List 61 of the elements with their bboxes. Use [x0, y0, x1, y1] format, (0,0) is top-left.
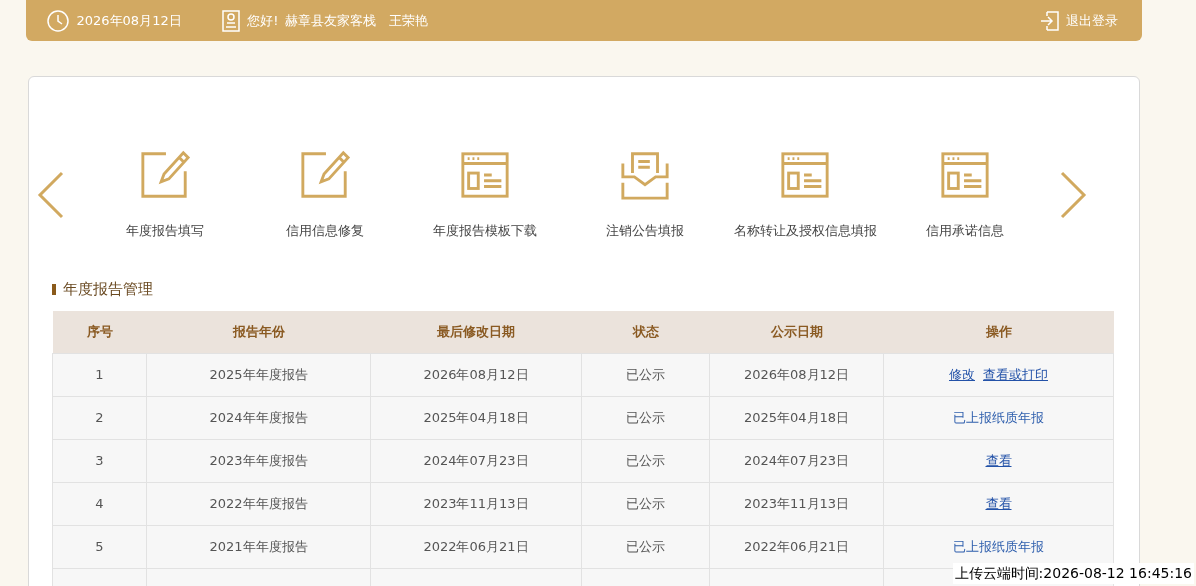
- web-page-icon[interactable]: [779, 149, 831, 201]
- table-cell: 已公示: [581, 525, 710, 569]
- action-link[interactable]: 查看: [985, 496, 1012, 512]
- action-link[interactable]: 查看: [985, 453, 1012, 469]
- shortcut-link[interactable]: 年度报告模板下载: [433, 220, 537, 240]
- pencil-edit-icon[interactable]: [299, 149, 351, 201]
- next-arrow[interactable]: [1058, 169, 1088, 220]
- table-cell: 2022年06月21日: [709, 525, 884, 569]
- table-cell: 2: [52, 396, 147, 440]
- shortcut-link[interactable]: 信用承诺信息: [926, 220, 1004, 240]
- table-cell: 3: [52, 439, 147, 483]
- section-title: 年度报告管理: [62, 279, 153, 300]
- table-cell: 已公示: [581, 396, 710, 440]
- inbox-icon[interactable]: [619, 149, 671, 201]
- table-cell: 2022年年度报告: [146, 482, 371, 526]
- column-header: 最后修改日期: [370, 310, 582, 354]
- table-cell: 2025年04月18日: [370, 396, 582, 440]
- table-cell: 2023年11月13日: [709, 482, 884, 526]
- action-status: 已上报纸质年报: [953, 539, 1044, 555]
- column-header: 操作: [883, 310, 1114, 354]
- header-date: 2026年08月12日: [76, 11, 182, 30]
- greeting-text: 您好!: [247, 11, 279, 30]
- shortcut-link[interactable]: 注销公告填报: [606, 220, 684, 240]
- table-cell: 2021年年度报告: [146, 525, 371, 569]
- table-cell: 2026年08月12日: [709, 353, 884, 397]
- user-name: 王荣艳: [388, 11, 428, 30]
- table-cell: 2023年年度报告: [146, 439, 371, 483]
- section-marker: [52, 283, 56, 295]
- web-page-icon[interactable]: [939, 149, 991, 201]
- table-cell: 2026年08月12日: [370, 353, 582, 397]
- table-cell: 2024年07月23日: [709, 439, 884, 483]
- shortcut-link[interactable]: 年度报告填写: [126, 220, 204, 240]
- table-cell: 4: [52, 482, 147, 526]
- shortcut-link[interactable]: 信用信息修复: [286, 220, 364, 240]
- column-header: 公示日期: [709, 310, 884, 354]
- action-status: 已上报纸质年报: [953, 410, 1044, 426]
- action-link[interactable]: 修改: [949, 367, 975, 383]
- id-card-icon: [220, 9, 241, 32]
- pencil-edit-icon[interactable]: [139, 149, 191, 201]
- column-header: 报告年份: [146, 310, 371, 354]
- table-cell: 已公示: [581, 439, 710, 483]
- table-cell: 2024年年度报告: [146, 396, 371, 440]
- table-cell: 2024年07月23日: [370, 439, 582, 483]
- action-link[interactable]: 查看或打印: [983, 367, 1048, 383]
- clock-icon: [46, 8, 70, 33]
- company-name: 赫章县友家客栈: [284, 11, 376, 30]
- capture-timestamp: 上传云端时间:2026-08-12 16:45:16: [952, 563, 1194, 584]
- table-cell: 1: [52, 353, 147, 397]
- column-header: 序号: [52, 310, 147, 354]
- table-cell: 2022年06月21日: [370, 525, 582, 569]
- table-cell: 2025年04月18日: [709, 396, 884, 440]
- table-cell: 已公示: [581, 353, 710, 397]
- table-cell: 2025年年度报告: [146, 353, 371, 397]
- previous-arrow[interactable]: [35, 169, 66, 220]
- shortcut-link[interactable]: 名称转让及授权信息填报: [733, 220, 877, 240]
- table-cell: 2023年11月13日: [370, 482, 582, 526]
- table-cell: 已公示: [581, 482, 710, 526]
- table-cell: 5: [52, 525, 147, 569]
- column-header: 状态: [581, 310, 710, 354]
- web-page-icon[interactable]: [459, 149, 511, 201]
- logout-icon: [1039, 10, 1060, 31]
